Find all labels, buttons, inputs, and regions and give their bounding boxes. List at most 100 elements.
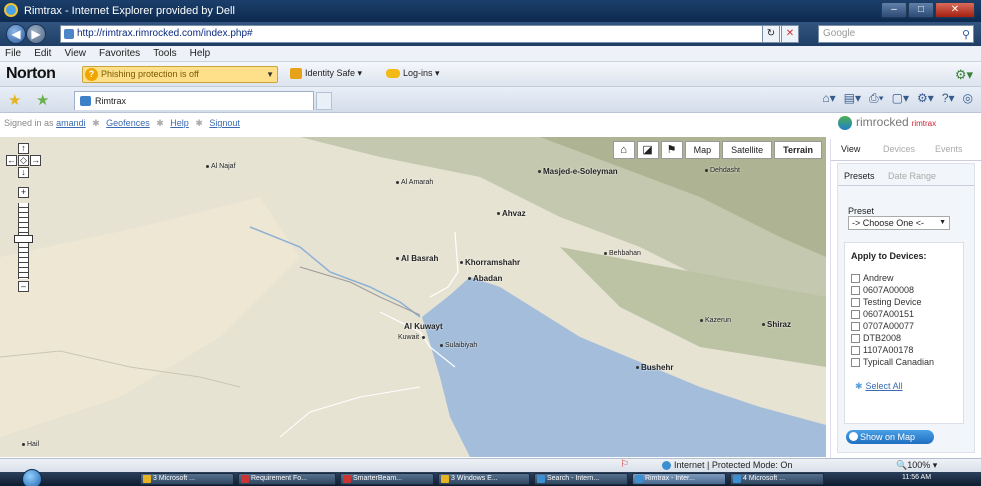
popup-blocker-icon[interactable]: ⚐	[620, 459, 629, 470]
phishing-protection-dropdown[interactable]: ? Phishing protection is off ▼	[82, 66, 278, 83]
device-checkbox[interactable]: Testing Device	[851, 297, 922, 308]
tab-devices[interactable]: Devices	[883, 144, 915, 154]
view-subtabs: Presets Date Range	[838, 164, 974, 186]
geofences-link[interactable]: Geofences	[106, 118, 150, 128]
taskbar-item[interactable]: 3 Microsoft ...	[140, 473, 234, 485]
subtab-presets[interactable]: Presets	[844, 171, 875, 181]
back-button[interactable]: ◀	[6, 24, 26, 44]
map-type-terrain[interactable]: Terrain	[774, 141, 822, 159]
subtab-date-range[interactable]: Date Range	[888, 171, 936, 181]
pan-up-button[interactable]: ↑	[18, 143, 29, 154]
map-home-icon[interactable]: ⌂	[612, 141, 635, 159]
pan-left-button[interactable]: ←	[6, 155, 17, 166]
menu-edit[interactable]: Edit	[29, 46, 56, 61]
forward-button[interactable]: ▶	[26, 24, 46, 44]
map-label-kazerun: Kazerun	[700, 317, 731, 324]
show-on-map-button[interactable]: Show on Map	[846, 430, 934, 444]
zoom-out-button[interactable]: –	[18, 281, 29, 292]
map-type-map[interactable]: Map	[684, 141, 721, 159]
tools-icon[interactable]: ⚙▾	[915, 91, 936, 106]
window-title: Rimtrax - Internet Explorer provided by …	[24, 5, 235, 17]
checkbox-icon	[851, 286, 860, 296]
menu-view[interactable]: View	[59, 46, 91, 61]
map-traffic-icon[interactable]: ⚑	[660, 141, 683, 159]
identity-safe-button[interactable]: Identity Safe ▾	[290, 68, 362, 80]
tab-rimtrax[interactable]: Rimtrax	[74, 91, 314, 110]
search-icon[interactable]: ⚲	[962, 27, 970, 43]
add-favorites-icon[interactable]: ★	[36, 91, 49, 109]
menu-help[interactable]: Help	[185, 46, 216, 61]
checkbox-icon	[851, 274, 860, 284]
taskbar-item[interactable]: SmarterBeam...	[340, 473, 434, 485]
pan-down-button[interactable]: ↓	[18, 167, 29, 178]
address-input[interactable]: http://rimtrax.rimrocked.com/index.php#	[60, 25, 796, 43]
menu-tools[interactable]: Tools	[148, 46, 181, 61]
select-all-link[interactable]: ✱ Select All	[855, 381, 903, 392]
search-input[interactable]: Google ⚲	[818, 25, 974, 43]
map-label-behbahan: Behbahan	[604, 250, 641, 257]
checkbox-icon	[851, 322, 860, 332]
norton-settings-icon[interactable]: ⚙▾	[955, 67, 973, 83]
ie-logo-icon	[4, 3, 18, 17]
map-layer-icon[interactable]: ◪	[636, 141, 659, 159]
refresh-icon[interactable]: ↻	[762, 25, 780, 43]
page-menu-icon[interactable]: ▢▾	[890, 91, 911, 106]
taskbar-item[interactable]: Rimtrax - Inter...	[632, 473, 726, 485]
taskbar-item[interactable]: Search - Intern...	[534, 473, 628, 485]
print-icon[interactable]: ⎙▾	[867, 91, 886, 106]
page-content: Signed in as amandi ✱ Geofences ✱ Help ✱…	[0, 113, 981, 458]
window-controls: – □ ✕	[881, 2, 975, 18]
start-button[interactable]	[22, 469, 42, 486]
map-label-khorramshahr: Khorramshahr	[460, 258, 520, 267]
signout-link[interactable]: Signout	[209, 118, 240, 128]
address-row: ◀ ▶ http://rimtrax.rimrocked.com/index.p…	[0, 22, 981, 46]
favorites-star-icon[interactable]: ★	[8, 91, 21, 109]
help-link[interactable]: Help	[170, 118, 189, 128]
security-zone[interactable]: Internet | Protected Mode: On	[662, 460, 792, 471]
device-checkbox[interactable]: Typicall Canadian	[851, 357, 934, 368]
minimize-button[interactable]: –	[881, 2, 907, 18]
pan-right-button[interactable]: →	[30, 155, 41, 166]
feeds-icon[interactable]: ▤▾	[842, 91, 863, 106]
zoom-level[interactable]: 🔍100% ▾	[896, 460, 937, 471]
device-checkbox[interactable]: 0607A00151	[851, 309, 914, 320]
device-checkbox[interactable]: Andrew	[851, 273, 894, 284]
device-checkbox[interactable]: 1107A00178	[851, 345, 913, 356]
device-checkbox[interactable]: 0607A00008	[851, 285, 914, 296]
home-icon[interactable]: ⌂▾	[820, 91, 837, 106]
taskbar-item[interactable]: 3 Windows E...	[438, 473, 530, 485]
logo-mark-icon	[838, 115, 852, 130]
system-clock[interactable]: 11:56 AM	[902, 474, 931, 481]
tab-view[interactable]: View	[841, 144, 860, 154]
maximize-button[interactable]: □	[908, 2, 934, 18]
norton-toolbar: Norton ? Phishing protection is off ▼ Id…	[0, 62, 981, 87]
preset-select[interactable]: -> Choose One <- ▼	[848, 216, 950, 230]
checkbox-icon	[851, 346, 860, 356]
zoom-in-button[interactable]: +	[18, 187, 29, 198]
zoom-slider-thumb[interactable]	[14, 235, 33, 243]
map-label-kuwait: Kuwait	[398, 334, 427, 341]
pan-center-button[interactable]: ◇	[18, 155, 29, 166]
research-icon[interactable]: ◎	[961, 91, 975, 106]
checkbox-icon	[851, 310, 860, 320]
map-zoom-control: ↑ ← ◇ → ↓ + –	[6, 143, 42, 293]
menu-favorites[interactable]: Favorites	[94, 46, 145, 61]
map-label-abadan: Abadan	[468, 274, 502, 283]
help-icon[interactable]: ?▾	[940, 91, 957, 106]
logins-button[interactable]: Log-ins ▾	[386, 68, 440, 79]
map-canvas[interactable]: ↑ ← ◇ → ↓ + – ⌂ ◪ ⚑ Map Satellite Terrai…	[0, 137, 826, 457]
close-button[interactable]: ✕	[935, 2, 975, 18]
map-label-shiraz: Shiraz	[762, 320, 791, 329]
map-label-al-basrah: Al Basrah	[396, 254, 438, 263]
chevron-down-icon: ▼	[266, 70, 274, 79]
tab-events[interactable]: Events	[935, 144, 963, 154]
taskbar-item[interactable]: 4 Microsoft ...	[730, 473, 824, 485]
username-link[interactable]: amandi	[56, 118, 86, 128]
new-tab-button[interactable]	[316, 92, 332, 110]
taskbar-item[interactable]: Requirement Fo...	[238, 473, 336, 485]
menu-file[interactable]: File	[0, 46, 26, 61]
map-type-satellite[interactable]: Satellite	[722, 141, 773, 159]
device-checkbox[interactable]: DTB2008	[851, 333, 901, 344]
stop-icon[interactable]: ✕	[781, 25, 799, 43]
device-checkbox[interactable]: 0707A00077	[851, 321, 914, 332]
